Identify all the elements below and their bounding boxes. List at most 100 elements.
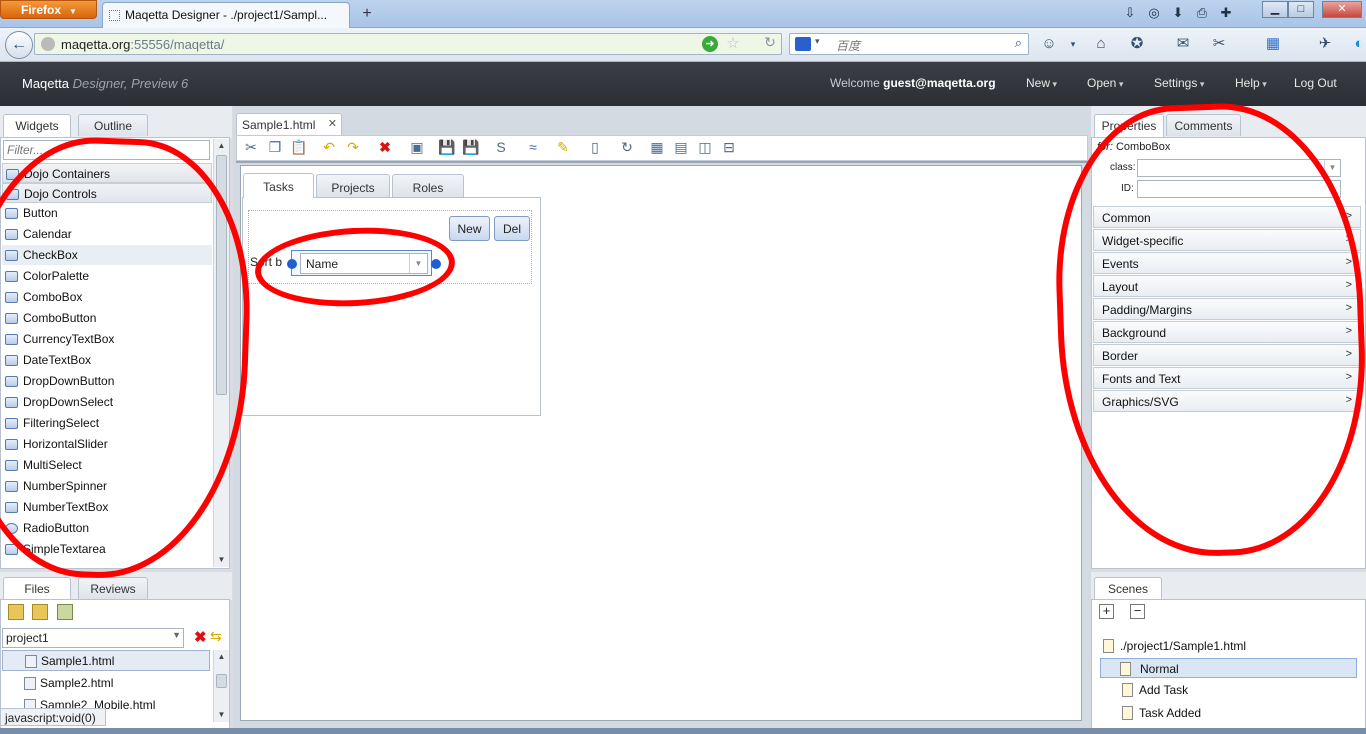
section-padding-margins[interactable]: Padding/Margins > <box>1093 298 1361 320</box>
design-mode-icon[interactable]: ▦ <box>648 138 666 156</box>
device-icon[interactable]: ▯ <box>586 138 604 156</box>
bookmark-star-icon[interactable]: ☆ <box>724 34 742 52</box>
save-icon[interactable]: 💾 <box>438 138 456 156</box>
undo-icon[interactable]: ↶ <box>320 138 338 156</box>
section-border[interactable]: Border > <box>1093 344 1361 366</box>
canvas-tab-roles[interactable]: Roles <box>392 174 464 197</box>
redo-icon[interactable]: ↷ <box>344 138 362 156</box>
scroll-up-icon[interactable]: ▲ <box>214 650 229 664</box>
sort-combobox[interactable]: Name ▼ <box>300 253 428 274</box>
close-window-button[interactable]: ✕ <box>1322 1 1362 18</box>
split-horizontal-icon[interactable]: ⊟ <box>720 138 738 156</box>
class-input[interactable]: ▼ <box>1137 159 1341 177</box>
widget-numbertextbox[interactable]: NumberTextBox <box>2 497 212 517</box>
mail-icon[interactable]: ✉ <box>1172 35 1194 53</box>
scroll-up-icon[interactable]: ▲ <box>214 139 229 153</box>
menu-open[interactable]: Open <box>1087 76 1123 90</box>
new-task-button[interactable]: New <box>449 216 490 241</box>
upload-icon[interactable] <box>57 604 73 620</box>
tab-files[interactable]: Files <box>3 577 71 600</box>
widget-simpletextarea[interactable]: SimpleTextarea <box>2 539 212 559</box>
target-icon[interactable]: ◎ <box>1144 4 1164 22</box>
new-tab-icon[interactable]: + <box>356 4 378 24</box>
menu-help[interactable]: Help <box>1235 76 1267 90</box>
tab-widgets[interactable]: Widgets <box>3 114 71 137</box>
new-folder-icon[interactable] <box>32 604 48 620</box>
widget-dropdownbutton[interactable]: DropDownButton <box>2 371 212 391</box>
tab-sample1-html[interactable]: Sample1.html ✕ <box>236 113 342 136</box>
preview-icon[interactable]: ▣ <box>408 138 426 156</box>
widgets-scrollbar[interactable]: ▲ ▼ <box>213 139 229 567</box>
chevron-down-icon[interactable]: ▼ <box>409 254 427 273</box>
scene-task-added[interactable]: Task Added <box>1119 703 1201 723</box>
globe-icon[interactable]: ◐ <box>1348 35 1366 53</box>
id-input[interactable] <box>1137 180 1341 198</box>
source-mode-icon[interactable]: ▤ <box>672 138 690 156</box>
search-bar[interactable]: ▾ 百度 ⌕ <box>789 33 1029 55</box>
section-events[interactable]: Events > <box>1093 252 1361 274</box>
widget-multiselect[interactable]: MultiSelect <box>2 455 212 475</box>
apps-icon[interactable]: ▦ <box>1262 35 1284 53</box>
save-as-icon[interactable]: 💾 <box>462 138 480 156</box>
widget-dropdownselect[interactable]: DropDownSelect <box>2 392 212 412</box>
download-icon[interactable]: ⬇ <box>1168 4 1188 22</box>
section-background[interactable]: Background > <box>1093 321 1361 343</box>
scene-normal[interactable]: Normal <box>1100 658 1357 678</box>
widget-datetextbox[interactable]: DateTextBox <box>2 350 212 370</box>
resize-handle-left[interactable] <box>287 259 297 269</box>
widget-filter-input[interactable] <box>3 140 210 160</box>
home-icon[interactable]: ⌂ <box>1090 35 1112 53</box>
widget-combobutton[interactable]: ComboButton <box>2 308 212 328</box>
scene-add-task[interactable]: Add Task <box>1119 680 1188 700</box>
section-layout[interactable]: Layout > <box>1093 275 1361 297</box>
new-file-icon[interactable] <box>8 604 24 620</box>
file-item[interactable]: Sample2.html <box>2 673 210 694</box>
chevron-down-icon[interactable]: ▾ <box>1062 35 1084 53</box>
delete-task-button[interactable]: Del <box>494 216 530 241</box>
scroll-down-icon[interactable]: ▼ <box>214 553 229 567</box>
go-arrow-icon[interactable]: ➜ <box>702 36 718 52</box>
tab-comments[interactable]: Comments <box>1166 114 1241 136</box>
print-icon[interactable]: ⎙ <box>1192 4 1212 22</box>
menu-settings[interactable]: Settings <box>1154 76 1204 90</box>
tab-reviews[interactable]: Reviews <box>78 577 148 599</box>
menu-new[interactable]: New <box>1026 76 1057 90</box>
flow-layout-icon[interactable]: ≈ <box>524 138 542 156</box>
delete-project-icon[interactable]: ✖ <box>194 628 207 646</box>
search-icon[interactable]: ⌕ <box>1015 35 1022 51</box>
tab-scenes[interactable]: Scenes <box>1094 577 1162 600</box>
address-bar[interactable]: maqetta.org:55556/maqetta/ <box>34 33 782 55</box>
theme-icon[interactable]: Ѕ <box>492 138 510 156</box>
cut-icon[interactable]: ✂ <box>242 138 260 156</box>
scene-file[interactable]: ./project1/Sample1.html <box>1100 636 1246 656</box>
chevron-down-icon[interactable]: ▾ <box>815 36 820 47</box>
remove-scene-icon[interactable]: − <box>1130 604 1145 619</box>
screenshot-icon[interactable]: ✂ <box>1208 35 1230 53</box>
reload-icon[interactable]: ↻ <box>762 34 778 52</box>
paste-icon[interactable]: 📋 <box>290 138 308 156</box>
scrollbar-thumb[interactable] <box>216 674 227 688</box>
firefox-menu-button[interactable]: Firefox ▼ <box>0 0 97 19</box>
resize-handle-right[interactable] <box>431 259 441 269</box>
delete-icon[interactable]: ✖ <box>376 138 394 156</box>
widget-horizontalslider[interactable]: HorizontalSlider <box>2 434 212 454</box>
addon-emoticon-icon[interactable]: ☺ <box>1038 35 1060 53</box>
scroll-down-icon[interactable]: ▼ <box>214 708 229 722</box>
widget-filteringselect[interactable]: FilteringSelect <box>2 413 212 433</box>
widget-currencytextbox[interactable]: CurrencyTextBox <box>2 329 212 349</box>
back-arrow-icon[interactable]: ← <box>5 31 33 59</box>
widget-radiobutton[interactable]: RadioButton <box>2 518 212 538</box>
minimize-window-button[interactable]: ▁ <box>1262 1 1288 18</box>
section-fonts-and-text[interactable]: Fonts and Text > <box>1093 367 1361 389</box>
split-vertical-icon[interactable]: ◫ <box>696 138 714 156</box>
project-select[interactable]: project1 ▼ <box>2 628 184 648</box>
add-scene-icon[interactable]: + <box>1099 604 1114 619</box>
add-icon[interactable]: ✚ <box>1216 4 1236 22</box>
search-engine-icon[interactable] <box>795 37 811 51</box>
maximize-window-button[interactable]: □ <box>1288 1 1314 18</box>
chevron-down-icon[interactable]: ▼ <box>1324 160 1340 176</box>
section-widget-specific[interactable]: Widget-specific > <box>1093 229 1361 251</box>
review-icon[interactable]: ✎ <box>554 138 572 156</box>
rotate-icon[interactable]: ↻ <box>618 138 636 156</box>
category-dojo-controls[interactable]: Dojo Controls <box>2 183 212 203</box>
